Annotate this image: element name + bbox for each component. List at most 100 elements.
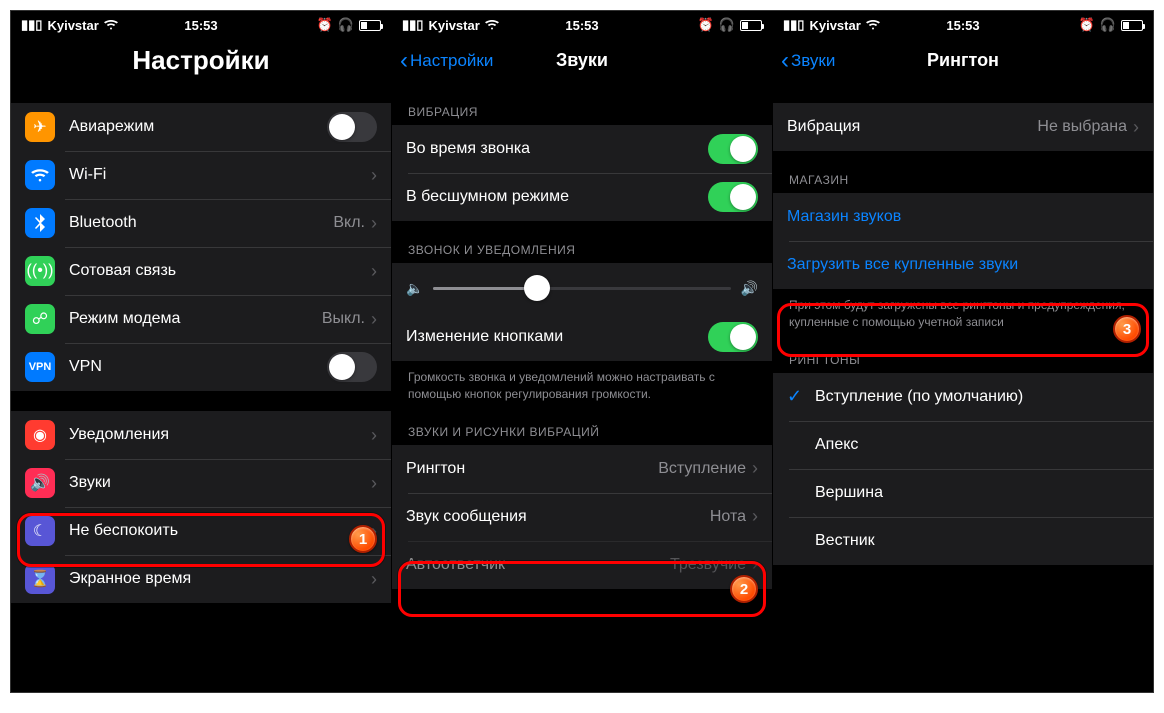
row-wifi[interactable]: Wi-Fi ›: [11, 151, 391, 199]
row-voicemail[interactable]: Автоответчик Трезвучие ›: [392, 541, 772, 589]
row-label: Звук сообщения: [406, 508, 710, 526]
cellular-icon: ((•)): [25, 256, 55, 286]
dnd-icon: ☾: [25, 516, 55, 546]
wifi-icon: [485, 18, 499, 33]
section-header-vibration: ВИБРАЦИЯ: [392, 83, 772, 125]
change-buttons-toggle[interactable]: [708, 322, 758, 352]
row-bluetooth[interactable]: Bluetooth Вкл. ›: [11, 199, 391, 247]
row-label: Авиарежим: [69, 118, 327, 136]
row-screentime[interactable]: ⌛ Экранное время ›: [11, 555, 391, 603]
volume-high-icon: 🔊: [741, 280, 758, 297]
page-title: Рингтон: [927, 50, 999, 71]
row-label: Не беспокоить: [69, 522, 371, 540]
ringtone-item[interactable]: ✓ Вестник: [773, 517, 1153, 565]
row-tone-store[interactable]: Магазин звуков: [773, 193, 1153, 241]
row-vibrate-silent[interactable]: В бесшумном режиме: [392, 173, 772, 221]
chevron-icon: ›: [752, 506, 758, 527]
row-value: Нота: [710, 508, 746, 526]
status-bar: ▮▮▯ Kyivstar 15:53 ⏰ 🎧: [392, 11, 772, 39]
group-store: Магазин звуков Загрузить все купленные з…: [773, 193, 1153, 289]
headphones-icon: 🎧: [719, 17, 735, 33]
volume-low-icon: 🔈: [406, 280, 423, 297]
section-header-volume: ЗВОНОК И УВЕДОМЛЕНИЯ: [392, 221, 772, 263]
chevron-icon: ›: [371, 569, 377, 590]
wifi-icon: [866, 18, 880, 33]
signal-icon: ▮▮▯: [783, 17, 804, 33]
back-label: Звуки: [791, 51, 835, 71]
bluetooth-icon: [25, 208, 55, 238]
alarm-icon: ⏰: [698, 17, 714, 33]
section-header-ringtones: РИНГТОНЫ: [773, 331, 1153, 373]
row-hotspot[interactable]: ☍ Режим модема Выкл. ›: [11, 295, 391, 343]
clock-label: 15:53: [565, 18, 598, 33]
row-change-buttons[interactable]: Изменение кнопками: [392, 313, 772, 361]
chevron-icon: ›: [371, 425, 377, 446]
row-label: Автоответчик: [406, 556, 670, 574]
ringtone-item[interactable]: ✓ Апекс: [773, 421, 1153, 469]
row-download-purchased[interactable]: Загрузить все купленные звуки: [773, 241, 1153, 289]
row-label: Экранное время: [69, 570, 371, 588]
row-label: Магазин звуков: [787, 208, 1139, 226]
row-airplane[interactable]: ✈ Авиарежим: [11, 103, 391, 151]
row-label: Сотовая связь: [69, 262, 371, 280]
vibrate-silent-toggle[interactable]: [708, 182, 758, 212]
badge-3: 3: [1113, 315, 1141, 343]
navbar: ‹ Настройки Звуки: [392, 39, 772, 83]
carrier-label: Kyivstar: [809, 18, 860, 33]
sounds-icon: 🔊: [25, 468, 55, 498]
badge-2: 2: [730, 575, 758, 603]
airplane-icon: ✈: [25, 112, 55, 142]
panel-ringtone: ▮▮▯ Kyivstar 15:53 ⏰ 🎧 ‹ Звуки Рингтон: [772, 11, 1153, 692]
headphones-icon: 🎧: [338, 17, 354, 33]
page-title: Звуки: [556, 50, 608, 71]
chevron-icon: ›: [371, 213, 377, 234]
row-dnd[interactable]: ☾ Не беспокоить ›: [11, 507, 391, 555]
volume-slider-row[interactable]: 🔈 🔊: [392, 263, 772, 313]
back-button[interactable]: ‹ Настройки: [400, 39, 493, 82]
row-value: Не выбрана: [1037, 118, 1127, 136]
battery-icon: [740, 20, 762, 31]
group-vibration: Во время звонка В бесшумном режиме: [392, 125, 772, 221]
clock-label: 15:53: [184, 18, 217, 33]
ringtone-item[interactable]: ✓ Вступление (по умолчанию): [773, 373, 1153, 421]
navbar: ‹ Звуки Рингтон: [773, 39, 1153, 83]
row-label: В бесшумном режиме: [406, 188, 708, 206]
alarm-icon: ⏰: [1079, 17, 1095, 33]
carrier-label: Kyivstar: [47, 18, 98, 33]
wifi-icon: [25, 160, 55, 190]
row-vibrate-ring[interactable]: Во время звонка: [392, 125, 772, 173]
badge-1: 1: [349, 525, 377, 553]
chevron-icon: ›: [752, 554, 758, 575]
vpn-toggle[interactable]: [327, 352, 377, 382]
row-label: Вершина: [815, 484, 1139, 502]
row-text-tone[interactable]: Звук сообщения Нота ›: [392, 493, 772, 541]
volume-footer: Громкость звонка и уведомлений можно нас…: [392, 361, 772, 403]
row-notifications[interactable]: ◉ Уведомления ›: [11, 411, 391, 459]
row-value: Вкл.: [333, 214, 365, 232]
row-value: Вступление: [658, 460, 746, 478]
row-vibration[interactable]: Вибрация Не выбрана ›: [773, 103, 1153, 151]
back-button[interactable]: ‹ Звуки: [781, 39, 835, 82]
row-vpn[interactable]: VPN VPN: [11, 343, 391, 391]
row-sounds[interactable]: 🔊 Звуки ›: [11, 459, 391, 507]
row-cellular[interactable]: ((•)) Сотовая связь ›: [11, 247, 391, 295]
navbar: Настройки: [11, 39, 391, 83]
hotspot-icon: ☍: [25, 304, 55, 334]
chevron-icon: ›: [371, 261, 377, 282]
group-ringtones: ✓ Вступление (по умолчанию) ✓ Апекс ✓ Ве…: [773, 373, 1153, 565]
group-vibration-select: Вибрация Не выбрана ›: [773, 103, 1153, 151]
row-label: Загрузить все купленные звуки: [787, 256, 1139, 274]
row-label: Вестник: [815, 532, 1139, 550]
chevron-icon: ›: [371, 165, 377, 186]
clock-label: 15:53: [946, 18, 979, 33]
notifications-icon: ◉: [25, 420, 55, 450]
ringtone-item[interactable]: ✓ Вершина: [773, 469, 1153, 517]
airplane-toggle[interactable]: [327, 112, 377, 142]
check-icon: ✓: [787, 482, 815, 503]
row-ringtone[interactable]: Рингтон Вступление ›: [392, 445, 772, 493]
check-icon: ✓: [787, 530, 815, 551]
row-label: Режим модема: [69, 310, 322, 328]
row-label: Уведомления: [69, 426, 371, 444]
volume-slider[interactable]: [433, 287, 730, 290]
vibrate-ring-toggle[interactable]: [708, 134, 758, 164]
